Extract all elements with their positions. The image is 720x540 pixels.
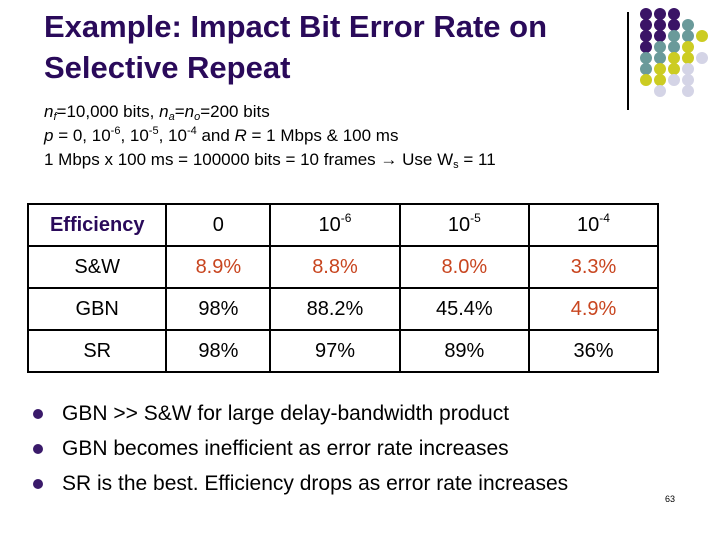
slide-title-line-1: Example: Impact Bit Error Rate on (44, 9, 548, 44)
bullet-text: SR is the best. Efficiency drops as erro… (62, 472, 569, 495)
slide-title-line-2: Selective Repeat (44, 50, 291, 85)
header-efficiency: Efficiency (26, 203, 168, 247)
efficiency-cell: 98% (165, 329, 272, 373)
decorative-dot-icon (696, 52, 708, 64)
efficiency-cell: 8.8% (269, 245, 401, 289)
decorative-dot-grid (640, 8, 720, 98)
parameters-line-frame-sizes: nf=10,000 bits, na=no=200 bits (44, 100, 496, 124)
row-label: GBN (26, 287, 168, 331)
header-col: 10-4 (528, 203, 659, 247)
col-base: 0 (212, 213, 224, 236)
exponent: -4 (186, 125, 197, 137)
decorative-dot-icon (696, 30, 708, 42)
window-value: = 11 (458, 150, 496, 169)
efficiency-cell: 98% (165, 287, 272, 331)
title-divider (627, 12, 629, 110)
header-col: 10-5 (398, 203, 531, 247)
header-col: 10-6 (269, 203, 401, 247)
var-n: n (159, 102, 169, 121)
slide-title: Example: Impact Bit Error Rate on Select… (44, 6, 634, 88)
decorative-dot-icon (668, 74, 680, 86)
bullet-dot-icon (33, 479, 43, 489)
col-exp: -5 (470, 210, 481, 225)
no-value: =200 bits (200, 102, 270, 121)
table-row: S&W 8.9% 8.8% 8.0% 3.3% (26, 245, 659, 289)
col-exp: -4 (599, 210, 610, 225)
efficiency-cell: 4.9% (528, 287, 659, 331)
bullet-list: GBN >> S&W for large delay-bandwidth pro… (30, 396, 568, 501)
efficiency-table: Efficiency 0 10-6 10-5 10-4 S&W 8.9% 8.8% 8… (26, 203, 659, 373)
efficiency-cell: 89% (398, 329, 531, 373)
decorative-dot-icon (682, 85, 694, 97)
efficiency-cell: 88.2% (269, 287, 401, 331)
var-n: n (184, 102, 195, 121)
parameters-block: nf=10,000 bits, na=no=200 bits p = 0, 10… (44, 100, 496, 172)
table-row: SR 98% 97% 89% 36% (26, 329, 659, 373)
row-label: S&W (26, 245, 168, 289)
bullet-text: GBN becomes inefficient as error rate in… (62, 437, 509, 460)
parameters-line-window: 1 Mbps x 100 ms = 100000 bits = 10 frame… (44, 148, 496, 172)
and-text: and (196, 126, 235, 145)
header-col: 0 (165, 203, 272, 247)
bullet-dot-icon (33, 409, 43, 419)
col-base: 10 (577, 213, 600, 236)
table-row: GBN 98% 88.2% 45.4% 4.9% (26, 287, 659, 331)
bullet-text: GBN >> S&W for large delay-bandwidth pro… (62, 402, 510, 425)
equals: = (174, 102, 185, 121)
efficiency-cell: 45.4% (398, 287, 531, 331)
col-base: 10 (447, 213, 471, 236)
efficiency-cell: 8.0% (398, 245, 531, 289)
row-label: SR (26, 329, 168, 373)
col-exp: -6 (340, 210, 352, 225)
var-r: R (234, 126, 247, 145)
p-values: , 10 (120, 126, 149, 145)
parameters-line-error-rates: p = 0, 10-6, 10-5, 10-4 and R = 1 Mbps &… (44, 124, 496, 148)
efficiency-cell: 3.3% (528, 245, 659, 289)
efficiency-cell: 8.9% (165, 245, 272, 289)
bullet-dot-icon (33, 444, 43, 454)
page-number: 63 (665, 494, 676, 504)
decorative-dot-icon (654, 85, 666, 97)
bullet-item: SR is the best. Efficiency drops as erro… (30, 466, 568, 501)
rate-value: = 1 Mbps & 100 ms (246, 126, 399, 145)
efficiency-cell: 36% (528, 329, 659, 373)
col-base: 10 (318, 213, 341, 236)
p-values: , 10 (158, 126, 187, 145)
exponent: -5 (148, 125, 159, 137)
bullet-item: GBN becomes inefficient as error rate in… (30, 431, 568, 466)
exponent: -6 (110, 125, 121, 137)
bullet-item: GBN >> S&W for large delay-bandwidth pro… (30, 396, 568, 431)
efficiency-cell: 97% (269, 329, 401, 373)
nf-value: =10,000 bits, (56, 102, 160, 121)
window-calc: 1 Mbps x 100 ms = 100000 bits = 10 frame… (44, 150, 454, 169)
decorative-dot-icon (640, 74, 652, 86)
table-header-row: Efficiency 0 10-6 10-5 10-4 (26, 203, 659, 247)
p-values: = 0, 10 (53, 126, 111, 145)
